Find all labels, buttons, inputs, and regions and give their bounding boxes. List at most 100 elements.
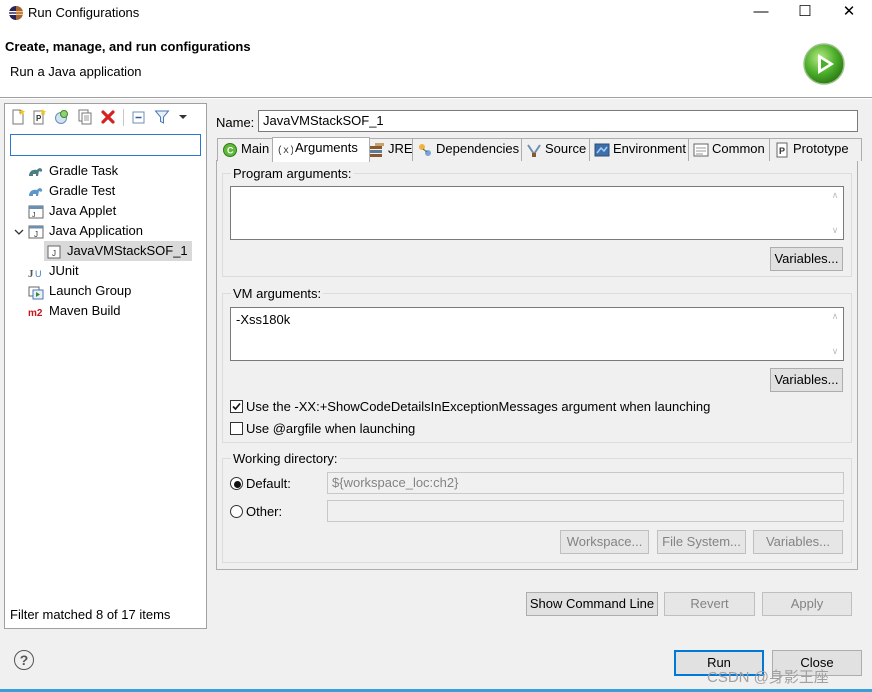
minimize-button[interactable]: — xyxy=(740,0,782,26)
tree-item-maven-build[interactable]: m2 Maven Build xyxy=(14,301,204,321)
checkmark-icon xyxy=(232,402,241,411)
tree-item-junit[interactable]: J U JUnit xyxy=(14,261,204,281)
show-command-line-button[interactable]: Show Command Line xyxy=(526,592,658,616)
svg-text:P: P xyxy=(36,114,42,123)
jre-tab-icon xyxy=(370,142,384,157)
scroll-up-icon[interactable]: ∧ xyxy=(828,311,842,322)
tab-environment[interactable]: Environment xyxy=(589,138,694,161)
scroll-up-icon[interactable]: ∧ xyxy=(828,190,842,201)
filter-status-text: Filter matched 8 of 17 items xyxy=(10,607,171,622)
program-arguments-textarea[interactable]: ∧ ∨ xyxy=(230,186,844,240)
argfile-checkbox-label: Use @argfile when launching xyxy=(246,421,416,436)
svg-text:m2: m2 xyxy=(28,308,43,319)
svg-text:J: J xyxy=(34,230,38,239)
launch-group-icon xyxy=(28,286,44,300)
title-bar: Run Configurations — ☐ ✕ xyxy=(0,0,872,26)
svg-text:J: J xyxy=(32,212,36,219)
working-dir-variables-button[interactable]: Variables... xyxy=(753,530,843,554)
maximize-button[interactable]: ☐ xyxy=(784,0,826,26)
default-directory-input: ${workspace_loc:ch2} xyxy=(327,472,844,494)
vm-arguments-textarea[interactable]: -Xss180k ∧ ∨ xyxy=(230,307,844,361)
tab-dependencies[interactable]: Dependencies xyxy=(412,138,527,161)
radio-dot xyxy=(234,481,241,488)
svg-text:J: J xyxy=(52,249,56,258)
tree-item-launch-group[interactable]: Launch Group xyxy=(14,281,204,301)
tab-arguments[interactable]: (x)Arguments xyxy=(272,137,370,162)
new-configuration-icon[interactable] xyxy=(10,109,26,125)
chevron-down-icon[interactable] xyxy=(14,224,24,240)
help-icon[interactable]: ? xyxy=(14,650,34,670)
revert-button[interactable]: Revert xyxy=(664,592,755,616)
gradle-icon xyxy=(29,187,43,196)
tree-item-java-application[interactable]: J Java Application xyxy=(14,221,204,241)
tree-item-gradle-task[interactable]: Gradle Task xyxy=(14,161,204,181)
scroll-down-icon[interactable]: ∨ xyxy=(828,225,842,236)
tab-prototype[interactable]: P Prototype xyxy=(769,138,862,161)
file-system-button[interactable]: File System... xyxy=(657,530,746,554)
java-launch-icon: J xyxy=(47,245,61,259)
main-tab-icon: C xyxy=(223,142,237,157)
java-applet-icon: J xyxy=(28,205,44,219)
config-tabs: CMain (x)Arguments JRE Dependencies Sour… xyxy=(216,137,862,162)
common-tab-icon xyxy=(693,143,709,157)
svg-text:P: P xyxy=(779,146,785,156)
source-tab-icon xyxy=(527,144,541,157)
apply-button[interactable]: Apply xyxy=(762,592,852,616)
dialog-header: Create, manage, and run configurations R… xyxy=(0,26,872,98)
new-prototype-icon[interactable]: P xyxy=(31,109,47,125)
filter-icon[interactable] xyxy=(154,109,170,125)
svg-text:J: J xyxy=(28,268,34,280)
other-radio[interactable] xyxy=(230,505,243,518)
view-menu-icon[interactable] xyxy=(175,109,191,125)
maven-icon: m2 xyxy=(28,308,43,319)
showcode-checkbox[interactable] xyxy=(230,400,243,413)
vm-variables-button[interactable]: Variables... xyxy=(770,368,843,392)
tree-item-javavmstacksof-1[interactable]: J JavaVMStackSOF_1 xyxy=(14,241,204,261)
delete-icon[interactable] xyxy=(100,109,116,125)
default-radio-label: Default: xyxy=(246,476,291,491)
svg-text:(x): (x) xyxy=(277,145,293,157)
environment-tab-icon xyxy=(594,143,610,157)
configuration-tree: Gradle Task Gradle Test J Java Applet J Ja… xyxy=(14,161,204,321)
toolbar-separator xyxy=(123,109,124,126)
program-variables-button[interactable]: Variables... xyxy=(770,247,843,271)
window-title: Run Configurations xyxy=(28,5,140,20)
workspace-button[interactable]: Workspace... xyxy=(560,530,649,554)
close-window-button[interactable]: ✕ xyxy=(828,0,870,26)
export-icon[interactable] xyxy=(53,109,69,125)
svg-text:U: U xyxy=(35,269,42,279)
vm-arguments-label: VM arguments: xyxy=(231,286,324,301)
prototype-tab-icon: P xyxy=(776,142,788,158)
name-label: Name: xyxy=(216,115,255,130)
collapse-all-icon[interactable] xyxy=(131,109,147,125)
java-application-icon: J xyxy=(28,225,44,239)
default-radio[interactable] xyxy=(230,477,243,490)
tab-jre[interactable]: JRE xyxy=(364,138,418,161)
program-arguments-label: Program arguments: xyxy=(231,166,354,181)
other-radio-label: Other: xyxy=(246,504,283,519)
scroll-down-icon[interactable]: ∨ xyxy=(828,346,842,357)
header-subtitle: Run a Java application xyxy=(10,64,142,79)
svg-text:C: C xyxy=(227,145,234,155)
duplicate-icon[interactable] xyxy=(77,109,93,125)
tab-source[interactable]: Source xyxy=(521,138,595,161)
tab-main[interactable]: C Main xyxy=(217,138,278,161)
selected-item-highlight: J JavaVMStackSOF_1 xyxy=(44,241,192,261)
argfile-checkbox[interactable] xyxy=(230,422,243,435)
other-directory-input[interactable] xyxy=(327,500,844,522)
watermark: CSDN @身影王座 xyxy=(707,669,829,686)
dependencies-tab-icon xyxy=(419,143,431,156)
eclipse-icon xyxy=(9,6,23,20)
showcode-checkbox-label: Use the -XX:+ShowCodeDetailsInExceptionM… xyxy=(246,399,711,414)
working-directory-label: Working directory: xyxy=(231,451,340,466)
junit-icon: JU xyxy=(28,268,42,280)
run-logo-icon xyxy=(803,43,845,85)
tree-item-gradle-test[interactable]: Gradle Test xyxy=(14,181,204,201)
tab-common[interactable]: Common xyxy=(688,138,775,161)
tree-item-java-applet[interactable]: J Java Applet xyxy=(14,201,204,221)
filter-input[interactable] xyxy=(10,134,201,156)
header-title: Create, manage, and run configurations xyxy=(5,39,251,54)
name-input[interactable]: JavaVMStackSOF_1 xyxy=(258,110,858,132)
arguments-tab-icon: (x) xyxy=(277,145,293,157)
gradle-icon xyxy=(29,167,43,176)
